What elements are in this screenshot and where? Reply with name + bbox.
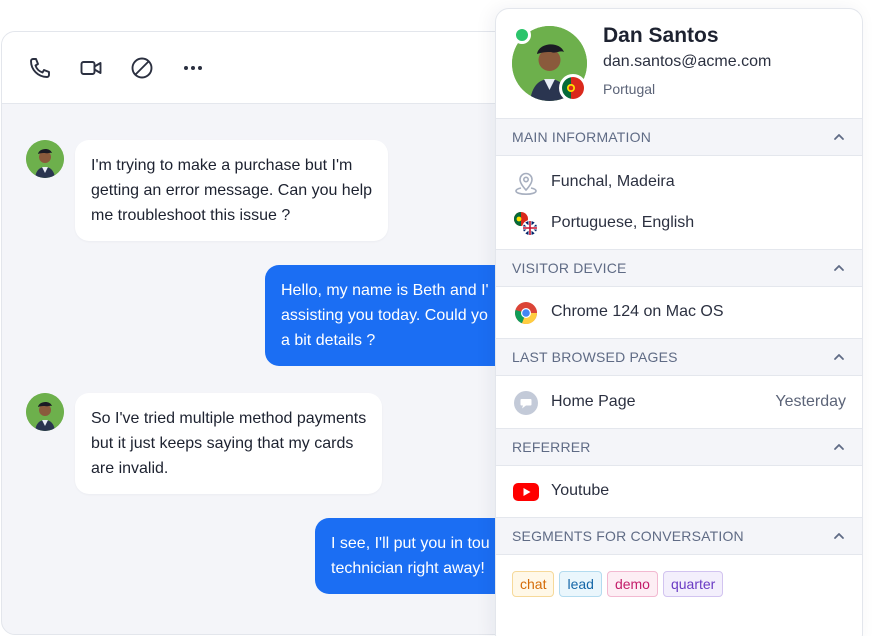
section-title: VISITOR DEVICE: [512, 260, 627, 276]
language-flags-icon: [513, 211, 539, 237]
tag-lead[interactable]: lead: [559, 571, 602, 597]
message-line: but it just keeps saying that my cards: [91, 435, 354, 452]
message-line: I'm trying to make a purchase but I'm: [91, 157, 353, 174]
visitor-avatar: [26, 140, 64, 178]
contact-country: Portugal: [603, 81, 656, 97]
section-main-information[interactable]: MAIN INFORMATION: [496, 118, 862, 156]
chrome-icon: [513, 300, 539, 326]
video-icon[interactable]: [77, 54, 105, 82]
more-icon[interactable]: [179, 54, 207, 82]
tag-quarter[interactable]: quarter: [662, 571, 724, 597]
message-line: are invalid.: [91, 460, 169, 477]
languages-text: Portuguese, English: [551, 214, 695, 231]
portugal-flag-icon: [559, 74, 587, 102]
tag-chat[interactable]: chat: [512, 571, 555, 597]
message-line: getting an error message. Can you help: [91, 182, 373, 199]
device-text: Chrome 124 on Mac OS: [551, 303, 724, 320]
section-visitor-device[interactable]: VISITOR DEVICE: [496, 249, 862, 287]
device-row: Chrome 124 on Mac OS: [496, 293, 862, 333]
segment-tags: chat lead demo quarter: [512, 571, 724, 597]
message-line: So I've tried multiple method payments: [91, 410, 367, 427]
section-title: REFERRER: [512, 439, 591, 455]
location-text: Funchal, Madeira: [551, 173, 675, 190]
phone-icon[interactable]: [26, 54, 54, 82]
tag-demo[interactable]: demo: [606, 571, 658, 597]
message-bubble-visitor: I'm trying to make a purchase but I'm ge…: [75, 140, 389, 241]
languages-row: Portuguese, English: [496, 204, 862, 244]
page-title-text: Home Page: [551, 393, 636, 410]
message-line: me troubleshoot this issue ?: [91, 207, 291, 224]
referrer-row: Youtube: [496, 472, 862, 512]
browsed-page-row[interactable]: Home Page Yesterday: [496, 383, 862, 423]
section-title: MAIN INFORMATION: [512, 129, 652, 145]
section-referrer[interactable]: REFERRER: [496, 428, 862, 466]
contact-panel: Dan Santos dan.santos@acme.com Portugal …: [495, 8, 863, 636]
block-icon[interactable]: [128, 54, 156, 82]
location-row: Funchal, Madeira: [496, 163, 862, 203]
message-bubble-visitor: So I've tried multiple method payments b…: [75, 393, 383, 494]
contact-email[interactable]: dan.santos@acme.com: [603, 53, 771, 71]
chevron-up-icon[interactable]: [832, 529, 846, 543]
section-title: SEGMENTS FOR CONVERSATION: [512, 528, 744, 544]
chevron-up-icon[interactable]: [832, 350, 846, 364]
section-last-browsed-pages[interactable]: LAST BROWSED PAGES: [496, 338, 862, 376]
online-status-indicator: [513, 26, 531, 44]
section-title: LAST BROWSED PAGES: [512, 349, 678, 365]
chevron-up-icon[interactable]: [832, 130, 846, 144]
location-pin-icon: [513, 170, 539, 196]
section-segments[interactable]: SEGMENTS FOR CONVERSATION: [496, 517, 862, 555]
visitor-avatar: [26, 393, 64, 431]
chevron-up-icon[interactable]: [832, 440, 846, 454]
chat-toolbar: [2, 32, 560, 104]
chat-window: I'm trying to make a purchase but I'm ge…: [1, 31, 561, 635]
contact-name: Dan Santos: [603, 24, 719, 47]
youtube-icon: [513, 479, 539, 505]
page-icon: [513, 390, 539, 416]
contact-profile: Dan Santos dan.santos@acme.com Portugal: [496, 9, 862, 119]
referrer-text: Youtube: [551, 482, 610, 499]
chevron-up-icon[interactable]: [832, 261, 846, 275]
page-visit-time: Yesterday: [775, 393, 846, 410]
